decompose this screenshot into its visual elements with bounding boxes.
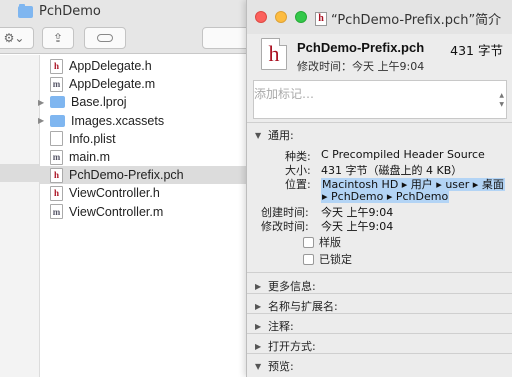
zoom-button[interactable] [295, 11, 307, 23]
name-extension-section-toggle[interactable]: ▶ 名称与扩展名: [255, 298, 338, 314]
preview-section-toggle[interactable]: ▼ 预览: [255, 358, 294, 374]
file-name-label: Images.xcassets [71, 113, 165, 128]
disclosure-open-icon: ▼ [255, 130, 262, 140]
file-name-label: Info.plist [69, 131, 116, 146]
section-label: 打开方式: [268, 340, 316, 353]
share-icon: ⇪ [52, 31, 64, 45]
close-button[interactable] [255, 11, 267, 23]
tags-field[interactable]: 添加标记… ▲ ▼ [253, 80, 507, 119]
file-list-item[interactable]: h ViewController.h [40, 184, 250, 202]
checkbox-box[interactable] [303, 236, 314, 248]
locked-checkbox[interactable]: 已锁定 [303, 251, 352, 267]
file-list-item[interactable]: m AppDelegate.m [40, 75, 250, 93]
file-name-label: ViewController.h [69, 186, 160, 201]
info-title-label: “PchDemo-Prefix.pch”简介 [331, 13, 502, 28]
folder-icon [50, 96, 65, 109]
folder-icon [18, 3, 33, 18]
divider [247, 122, 512, 123]
section-label: 预览: [268, 360, 294, 373]
folder-icon [50, 114, 65, 127]
file-size: 431 字节 [450, 43, 503, 58]
get-info-window: h “PchDemo-Prefix.pch”简介 h PchDemo-Prefi… [246, 0, 512, 377]
disclosure-closed-icon[interactable]: ▶ [38, 116, 46, 125]
divider [247, 293, 512, 294]
file-list-item[interactable]: ▶ Images.xcassets [38, 112, 250, 130]
document-icon [50, 131, 63, 147]
section-label: 名称与扩展名: [268, 300, 338, 313]
share-button[interactable]: ⇪ [42, 27, 74, 49]
header-file-icon: h [261, 38, 287, 70]
disclosure-closed-icon[interactable]: ▶ [38, 98, 46, 107]
tag-icon [97, 34, 113, 42]
file-name-label: Base.lproj [71, 95, 127, 110]
tags-placeholder: 添加标记… [254, 87, 315, 101]
modified-label: 修改时间: [261, 220, 309, 233]
disclosure-closed-icon: ▶ [255, 341, 262, 351]
sidebar-selection [0, 164, 40, 182]
file-name-label: AppDelegate.m [69, 77, 156, 92]
divider [247, 313, 512, 314]
source-file-icon: m [50, 149, 63, 165]
disclosure-closed-icon: ▶ [255, 301, 262, 311]
divider [247, 272, 512, 273]
header-file-icon: h [50, 58, 63, 74]
file-list-item[interactable]: m main.m [40, 148, 250, 166]
file-list-item[interactable]: h AppDelegate.h [40, 57, 250, 75]
sidebar [0, 55, 40, 377]
header-file-icon: h [50, 167, 63, 183]
file-list-item[interactable]: m ViewController.m [40, 203, 250, 221]
stationery-checkbox[interactable]: 样版 [303, 234, 341, 250]
divider [247, 353, 512, 354]
disclosure-closed-icon: ▶ [255, 281, 262, 291]
file-list-item[interactable]: Info.plist [40, 130, 250, 148]
open-with-section-toggle[interactable]: ▶ 打开方式: [255, 338, 316, 354]
source-file-icon: m [50, 204, 63, 220]
where-path-cont[interactable]: ▸ PchDemo ▸ PchDemo [321, 190, 450, 203]
finder-title: PchDemo [18, 3, 101, 19]
finder-title-label: PchDemo [39, 4, 101, 19]
file-list-item[interactable]: ▶ Base.lproj [38, 93, 250, 111]
disclosure-closed-icon: ▶ [255, 321, 262, 331]
file-name-label: main.m [69, 150, 110, 165]
stationery-label: 样版 [319, 236, 341, 249]
info-title: h “PchDemo-Prefix.pch”简介 [315, 9, 501, 28]
checkbox-box[interactable] [303, 253, 314, 265]
modified-summary: 修改时间：今天 上午9:04 [297, 60, 425, 73]
disclosure-open-icon: ▼ [255, 361, 262, 371]
modified-value: 今天 上午9:04 [321, 220, 394, 233]
tags-button[interactable] [84, 27, 126, 49]
section-label: 注释: [268, 320, 294, 333]
action-gear-button[interactable]: ⚙︎⌄ [0, 27, 34, 49]
minimize-button[interactable] [275, 11, 287, 23]
file-name: PchDemo-Prefix.pch [297, 40, 425, 55]
header-file-icon: h [315, 11, 327, 26]
file-list-item[interactable]: h PchDemo-Prefix.pch [40, 166, 250, 185]
divider [247, 333, 512, 334]
locked-label: 已锁定 [319, 253, 352, 266]
tags-scroll-arrows[interactable]: ▲ ▼ [499, 91, 504, 109]
more-info-section-toggle[interactable]: ▶ 更多信息: [255, 278, 316, 294]
file-list: h AppDelegate.h m AppDelegate.m ▶ Base.lproj ▶… [38, 57, 250, 221]
kind-value: C Precompiled Header Source [321, 148, 485, 161]
gear-icon: ⚙︎⌄ [3, 31, 25, 45]
file-name-label: ViewController.m [69, 204, 164, 219]
source-file-icon: m [50, 76, 63, 92]
info-titlebar: h “PchDemo-Prefix.pch”简介 [247, 0, 512, 34]
header-file-icon: h [50, 185, 63, 201]
general-section-toggle[interactable]: ▼ 通用: [255, 127, 294, 143]
general-heading: 通用: [268, 129, 294, 142]
section-label: 更多信息: [268, 280, 316, 293]
where-label: 位置: [285, 178, 311, 191]
comments-section-toggle[interactable]: ▶ 注释: [255, 318, 294, 334]
where-path-line2[interactable]: ▸ PchDemo ▸ PchDemo [321, 190, 450, 203]
file-name-label: PchDemo-Prefix.pch [69, 168, 184, 183]
info-header: h PchDemo-Prefix.pch 431 字节 修改时间：今天 上午9:… [247, 34, 512, 78]
file-name-label: AppDelegate.h [69, 59, 152, 74]
